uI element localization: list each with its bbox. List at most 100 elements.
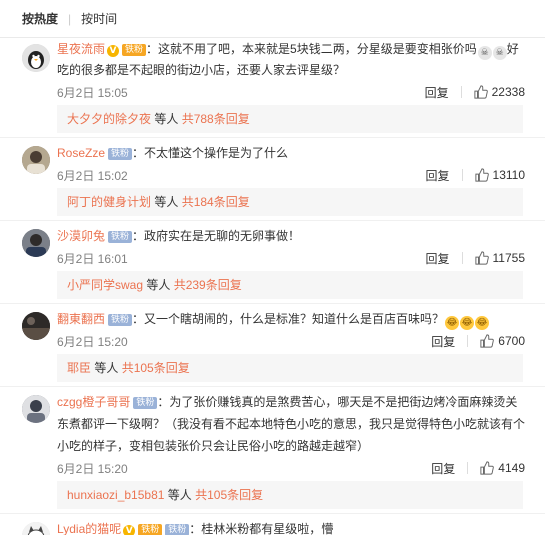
reply-summary-mid: 等人 (151, 112, 182, 126)
action-divider (461, 169, 463, 181)
reply-summary-user[interactable]: 大夕夕的除夕夜 (67, 112, 151, 126)
comment-text: ：桂林米粉都有星级啦，懵 (189, 522, 334, 535)
comment-actions: 回复 4149 (431, 457, 525, 479)
avatar[interactable] (22, 522, 50, 535)
reply-summary-user[interactable]: 阿丁的健身计划 (67, 195, 151, 209)
reply-summary-mid: 等人 (151, 195, 182, 209)
reply-summary[interactable]: hunxiaozi_b15b81 等人 共105条回复 (57, 481, 523, 509)
like-count: 22338 (491, 85, 525, 99)
action-divider (467, 462, 469, 474)
comment-date: 6月2日 15:02 (57, 168, 128, 183)
reply-summary-mid: 等人 (91, 361, 122, 375)
comment-text: ：不太懂这个操作是为了什么 (132, 146, 289, 160)
thumbs-up-icon (480, 334, 495, 348)
avatar[interactable] (22, 146, 50, 174)
reply-button[interactable]: 回复 (425, 84, 449, 101)
reply-summary[interactable]: 大夕夕的除夕夜 等人 共788条回复 (57, 105, 523, 133)
reply-button[interactable]: 回复 (431, 460, 455, 477)
comment-item: 翻東翻西 铁粉 ：又一个瞎胡闹的，什么是标准？知道什么是百店百味吗？ 😂 😂 😂 6月2日… (0, 304, 545, 387)
reply-button[interactable]: 回复 (426, 250, 450, 267)
user-photo-icon (22, 146, 50, 174)
comment-username[interactable]: 星夜流雨 (57, 42, 105, 56)
like-count: 11755 (492, 251, 525, 265)
skull-emoji-icon: ☠ (492, 46, 507, 60)
comment-date: 6月2日 15:05 (57, 85, 128, 100)
like-button[interactable]: 6700 (480, 334, 525, 348)
comment-date: 6月2日 16:01 (57, 251, 128, 266)
comment-username[interactable]: czgg橙子哥哥 (57, 395, 130, 409)
like-button[interactable]: 22338 (474, 85, 525, 99)
avatar[interactable] (22, 44, 50, 72)
comment-text: ：这就不用了吧，本来就是5块钱二两，分星级是要变相张价吗 (146, 42, 477, 56)
reply-summary[interactable]: 阿丁的健身计划 等人 共184条回复 (57, 188, 523, 216)
comment-username[interactable]: RoseZze (57, 146, 105, 160)
reply-summary-total[interactable]: 共105条回复 (122, 361, 190, 375)
fan-badge[interactable]: 铁粉 (133, 397, 158, 409)
avatar[interactable] (22, 229, 50, 257)
thumbs-up-icon (474, 168, 489, 182)
comment-actions: 回复 22338 (425, 81, 525, 103)
comment-username[interactable]: 翻東翻西 (57, 312, 105, 326)
reply-summary-total[interactable]: 共239条回复 (174, 278, 242, 292)
comment-meta: 6月2日 15:05 回复 22338 (57, 81, 545, 103)
sort-divider: | (68, 11, 72, 26)
sort-by-hot[interactable]: 按热度 (22, 10, 58, 27)
reply-button[interactable]: 回复 (426, 167, 450, 184)
reply-summary-user[interactable]: 耶臣 (67, 361, 91, 375)
comment-body: RoseZze 铁粉 ：不太懂这个操作是为了什么 (57, 138, 545, 164)
thumbs-up-icon (474, 85, 488, 99)
avatar[interactable] (22, 395, 50, 423)
comment-actions: 回复 6700 (431, 330, 525, 352)
comment-meta: 6月2日 15:20 回复 4149 (57, 457, 545, 479)
reply-button[interactable]: 回复 (431, 333, 455, 350)
reply-summary-user[interactable]: hunxiaozi_b15b81 (67, 488, 164, 502)
fan-badge[interactable]: 铁粉 (108, 148, 133, 160)
fan-badge[interactable]: 铁粉 (138, 524, 163, 535)
skull-emoji-icon: ☠ (477, 46, 492, 60)
reply-summary-mid: 等人 (164, 488, 196, 502)
reply-summary[interactable]: 耶臣 等人 共105条回复 (57, 354, 523, 382)
reply-summary-total[interactable]: 共184条回复 (182, 195, 250, 209)
comment-body: 沙漠卯兔 铁粉 ：政府实在是无聊的无卵事做！ (57, 221, 545, 247)
comment-item: Lydia的猫呢 V 铁粉 铁粉 ：桂林米粉都有星级啦，懵 (0, 514, 545, 535)
sort-bar: 按热度 | 按时间 (0, 0, 545, 38)
reply-summary[interactable]: 小严同学swag 等人 共239条回复 (57, 271, 523, 299)
laugh-cry-emoji-icon: 😂 (445, 316, 460, 330)
verified-v-icon: V (123, 525, 136, 535)
like-button[interactable]: 13110 (474, 168, 525, 182)
reply-summary-user[interactable]: 小严同学swag (67, 278, 143, 292)
cat-avatar-icon (22, 522, 50, 535)
comment-date: 6月2日 15:20 (57, 334, 128, 349)
reply-summary-mid: 等人 (143, 278, 174, 292)
comment-body: Lydia的猫呢 V 铁粉 铁粉 ：桂林米粉都有星级啦，懵 (57, 514, 545, 535)
comment-username[interactable]: Lydia的猫呢 (57, 522, 121, 535)
like-button[interactable]: 4149 (480, 461, 525, 475)
comment-username[interactable]: 沙漠卯兔 (57, 229, 105, 243)
comment-meta: 6月2日 15:20 回复 6700 (57, 330, 545, 352)
like-count: 4149 (498, 461, 525, 475)
laugh-cry-emoji-icon: 😂 (475, 316, 490, 330)
comment-actions: 回复 11755 (426, 247, 526, 269)
thumbs-up-icon (480, 461, 495, 475)
penguin-avatar-icon (22, 44, 50, 72)
comment-meta: 6月2日 16:01 回复 11755 (57, 247, 545, 269)
reply-summary-total[interactable]: 共788条回复 (182, 112, 250, 126)
comment-body: 星夜流雨 V 铁粉 ：这就不用了吧，本来就是5块钱二两，分星级是要变相张价吗 ☠ ☠ 好吃的… (57, 38, 545, 81)
comment-text: ：又一个瞎胡闹的，什么是标准？知道什么是百店百味吗？ (132, 312, 445, 326)
reply-summary-total[interactable]: 共105条回复 (195, 488, 263, 502)
thumbs-up-icon (474, 251, 489, 265)
comment-actions: 回复 13110 (426, 164, 526, 186)
fan-badge[interactable]: 铁粉 (108, 314, 133, 326)
action-divider (467, 335, 469, 347)
like-button[interactable]: 11755 (474, 251, 525, 265)
user-photo-icon (22, 395, 50, 423)
fan-badge[interactable]: 铁粉 (108, 231, 133, 243)
comment-text: ：政府实在是无聊的无卵事做！ (132, 229, 301, 243)
comment-item: 星夜流雨 V 铁粉 ：这就不用了吧，本来就是5块钱二两，分星级是要变相张价吗 ☠ ☠ 好吃的… (0, 38, 545, 138)
fan-badge[interactable]: 铁粉 (122, 44, 147, 56)
action-divider (461, 252, 463, 264)
sort-by-time[interactable]: 按时间 (81, 10, 117, 27)
verified-v-icon: V (107, 45, 120, 57)
fan-badge[interactable]: 铁粉 (165, 524, 190, 535)
avatar[interactable] (22, 312, 50, 340)
